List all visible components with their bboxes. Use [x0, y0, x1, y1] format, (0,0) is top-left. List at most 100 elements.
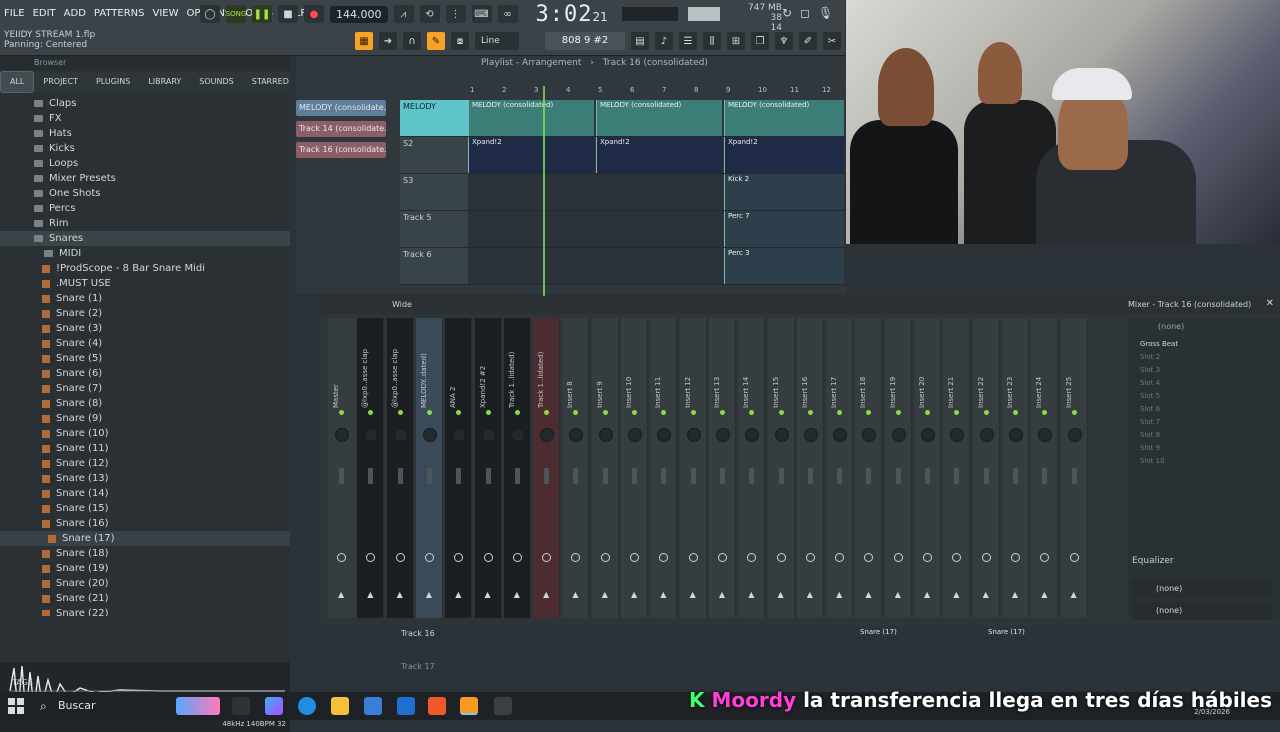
menu-item-file[interactable]: FILE: [0, 4, 29, 24]
mixer-knob[interactable]: [686, 428, 701, 442]
mixer-strip[interactable]: Insert 13 ▲: [708, 318, 736, 618]
browser-tab-all[interactable]: ALL: [0, 71, 35, 93]
effect-slot[interactable]: Slot 7: [1128, 416, 1280, 429]
browser-file[interactable]: Snare (22): [0, 606, 290, 616]
mixer-led[interactable]: [397, 410, 403, 415]
mixer-arrow-icon[interactable]: ▲: [660, 590, 666, 599]
browser-folder[interactable]: Kicks: [0, 141, 290, 156]
mixer-led[interactable]: [837, 410, 843, 415]
mixer-led[interactable]: [983, 410, 989, 415]
mixer-led[interactable]: [778, 410, 784, 415]
pause-button[interactable]: ❚❚: [252, 5, 272, 23]
mixer-fader[interactable]: [456, 468, 462, 484]
wait-input-icon[interactable]: ∞: [497, 5, 518, 23]
mixer-ring[interactable]: [366, 553, 376, 562]
mixer-led[interactable]: [895, 410, 901, 415]
mixer-strip[interactable]: Track 1..lidated) ▲: [533, 318, 561, 618]
browser-toggle-icon[interactable]: ☰: [679, 32, 697, 50]
mixer-fader[interactable]: [954, 468, 960, 484]
browser-file[interactable]: !ProdScope - 8 Bar Snare Midi: [0, 261, 290, 276]
browser-file[interactable]: Snare (20): [0, 576, 290, 591]
mixer-fader[interactable]: [426, 468, 432, 484]
clip-source-item[interactable]: Track 14 (consolidate...: [296, 121, 386, 137]
mixer-strip[interactable]: Xpand!2 #2 ▲: [474, 318, 502, 618]
browser-file[interactable]: Snare (8): [0, 396, 290, 411]
clipboard-icon[interactable]: ❐: [751, 32, 769, 50]
scissors-icon[interactable]: ✂: [823, 32, 841, 50]
mixer-fader[interactable]: [1042, 468, 1048, 484]
mixer-fader[interactable]: [983, 468, 989, 484]
edge-icon[interactable]: [298, 697, 316, 715]
magnet-icon[interactable]: ∩: [403, 32, 421, 50]
mixer-arrow-icon[interactable]: ▲: [485, 590, 491, 599]
mixer-arrow-icon[interactable]: ▲: [690, 590, 696, 599]
mixer-arrow-icon[interactable]: ▲: [1012, 590, 1018, 599]
mixer-knob[interactable]: [1067, 428, 1082, 442]
mixer-ring[interactable]: [835, 553, 845, 562]
mixer-fader[interactable]: [485, 468, 491, 484]
mixer-knob[interactable]: [774, 428, 789, 442]
playlist-clip[interactable]: MELODY (consolidated): [596, 100, 722, 136]
track-header[interactable]: Track 5: [400, 211, 468, 247]
pattern-selector[interactable]: 808 9 #2: [545, 32, 625, 50]
playlist-icon[interactable]: ▦: [355, 32, 373, 50]
record-button[interactable]: ●: [304, 5, 324, 23]
browser-file[interactable]: Snare (2): [0, 306, 290, 321]
song-position-display[interactable]: 3:02: [536, 2, 593, 27]
mixer-led[interactable]: [485, 410, 491, 415]
mixer-fader[interactable]: [632, 468, 637, 484]
mixer-ring[interactable]: [1010, 553, 1020, 562]
browser-folder[interactable]: Rim: [0, 216, 290, 231]
copilot-icon[interactable]: [265, 697, 283, 715]
menu-item-add[interactable]: ADD: [60, 4, 90, 24]
step-edit-icon[interactable]: ⋮: [445, 5, 466, 23]
store-icon[interactable]: [364, 697, 382, 715]
mixer-ring[interactable]: [454, 553, 464, 562]
browser-tab-sounds[interactable]: SOUNDS: [190, 72, 242, 92]
mixer-arrow-icon[interactable]: ▲: [367, 590, 373, 599]
mixer-ring[interactable]: [659, 553, 669, 562]
effect-slot[interactable]: Slot 8: [1128, 429, 1280, 442]
mixer-led[interactable]: [719, 410, 725, 415]
mixer-fader[interactable]: [573, 468, 579, 484]
mixer-ring[interactable]: [717, 553, 727, 562]
playlist-clip[interactable]: Perc 3: [724, 248, 844, 284]
mixer-knob[interactable]: [891, 428, 906, 442]
browser-file[interactable]: Snare (14): [0, 486, 290, 501]
mixer-knob[interactable]: [745, 428, 760, 442]
mixer-fader[interactable]: [925, 468, 930, 484]
mixer-knob[interactable]: [598, 428, 613, 442]
browser-folder[interactable]: Loops: [0, 156, 290, 171]
mixer-strip[interactable]: Insert 15 ▲: [767, 318, 795, 618]
mixer-knob[interactable]: [979, 428, 994, 442]
browser-file[interactable]: Snare (3): [0, 321, 290, 336]
arrow-right-icon[interactable]: ➜: [379, 32, 397, 50]
effect-slot[interactable]: Slot 2: [1128, 351, 1280, 364]
typing-keyboard-icon[interactable]: ⌨: [471, 5, 492, 23]
mixer-arrow-icon[interactable]: ▲: [836, 590, 842, 599]
mixer-led[interactable]: [1042, 410, 1048, 415]
output-selector-1[interactable]: (none): [1132, 580, 1272, 598]
mixer-strip[interactable]: Insert 12 ▲: [679, 318, 707, 618]
mixer-knob[interactable]: [657, 428, 672, 442]
mixer-arrow-icon[interactable]: ▲: [778, 590, 784, 599]
mixer-fader[interactable]: [1071, 468, 1077, 484]
browser-file[interactable]: Snare (17): [0, 531, 290, 546]
cpu-icon[interactable]: ◻: [800, 6, 810, 20]
browser-file[interactable]: Snare (11): [0, 441, 290, 456]
plugin-icon[interactable]: ⊞: [727, 32, 745, 50]
track-lane[interactable]: Perc 3: [468, 248, 846, 284]
browser-folder[interactable]: Hats: [0, 126, 290, 141]
mixer-arrow-icon[interactable]: ▲: [602, 590, 608, 599]
mixer-arrow-icon[interactable]: ▲: [426, 590, 432, 599]
mixer-knob[interactable]: [862, 428, 877, 442]
mixer-ring[interactable]: [571, 553, 581, 562]
mixer-fader[interactable]: [778, 468, 784, 484]
mixer-knob[interactable]: [335, 428, 349, 442]
mixer-strip[interactable]: Insert 9 ▲: [591, 318, 619, 618]
loop-record-icon[interactable]: ⟲: [419, 5, 440, 23]
browser-file[interactable]: Snare (7): [0, 381, 290, 396]
browser-folder[interactable]: Claps: [0, 96, 290, 111]
browser-tab-library[interactable]: LIBRARY: [139, 72, 190, 92]
clip-snare-1[interactable]: Snare (17): [860, 628, 897, 636]
